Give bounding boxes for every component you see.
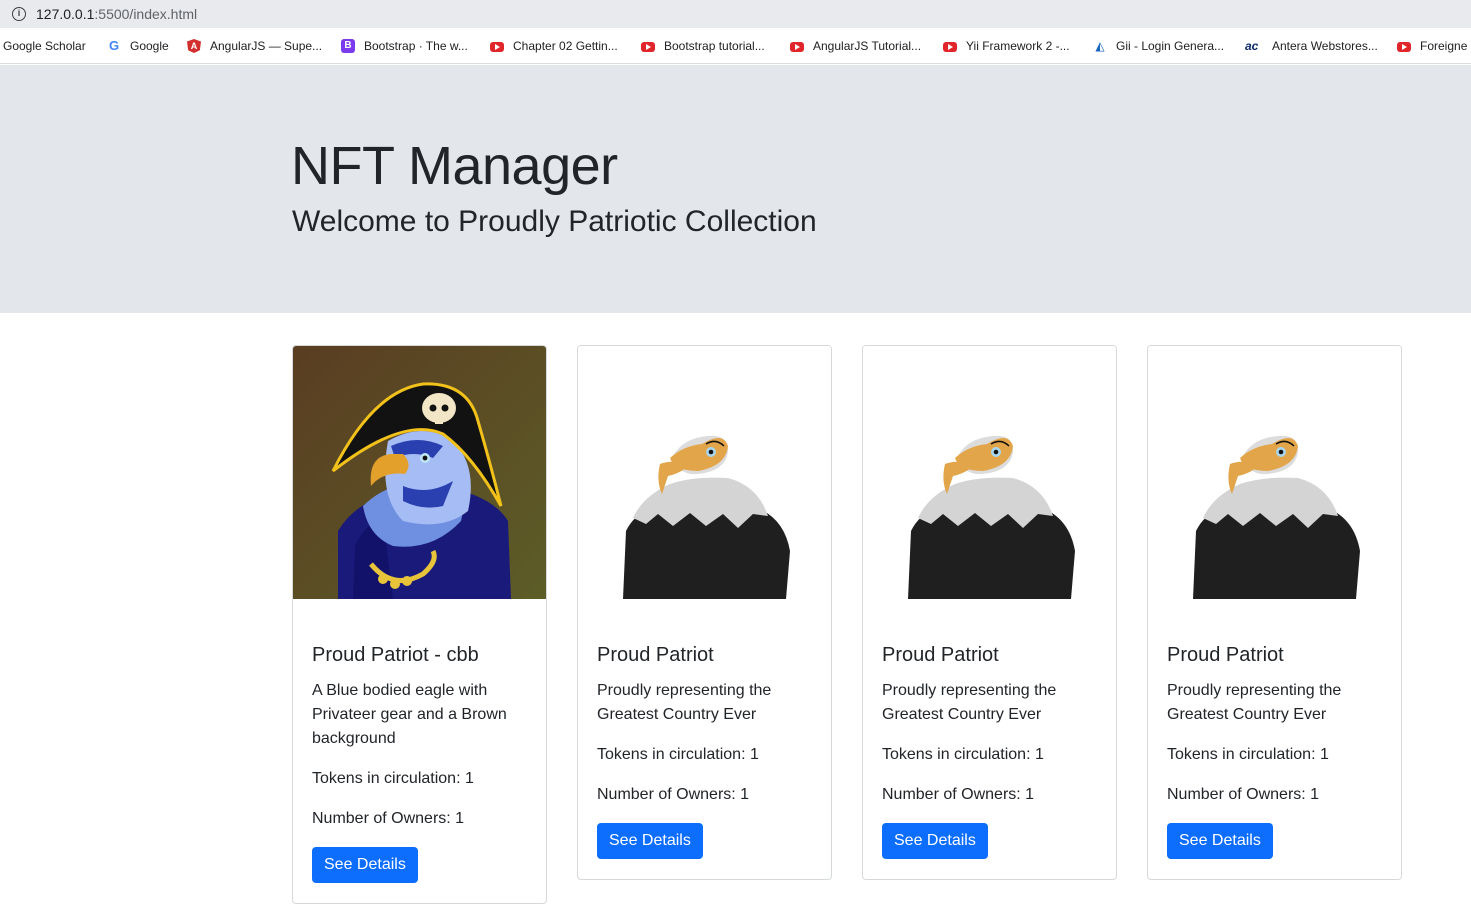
- bookmark-label: AngularJS — Supe...: [210, 39, 323, 53]
- youtube-icon: [490, 41, 504, 52]
- bookmark-bootstrap-tutorial[interactable]: Bootstrap tutorial...: [641, 38, 765, 54]
- card-body: Proud Patriot Proudly representing the G…: [1148, 599, 1401, 879]
- tokens-in-circulation: Tokens in circulation: 1: [312, 770, 474, 787]
- bookmark-angularjs-tutorial[interactable]: AngularJS Tutorial...: [790, 38, 921, 54]
- bookmark-label: Antera Webstores...: [1272, 39, 1378, 53]
- card-title: Proud Patriot - cbb: [312, 644, 479, 666]
- bookmark-foreigne[interactable]: Foreigne: [1397, 38, 1467, 54]
- bookmark-angularjs-super[interactable]: A AngularJS — Supe...: [187, 38, 322, 54]
- see-details-button[interactable]: See Details: [882, 823, 988, 859]
- bookmark-chapter-02[interactable]: Chapter 02 Gettin...: [490, 38, 618, 54]
- card-title: Proud Patriot: [597, 644, 714, 666]
- number-of-owners: Number of Owners: 1: [312, 810, 465, 827]
- number-of-owners: Number of Owners: 1: [882, 786, 1035, 803]
- nft-card: Proud Patriot Proudly representing the G…: [577, 345, 832, 880]
- bookmark-label: AngularJS Tutorial...: [813, 39, 922, 53]
- card-body: Proud Patriot Proudly representing the G…: [863, 599, 1116, 879]
- card-title: Proud Patriot: [1167, 644, 1284, 666]
- bookmark-label: Chapter 02 Gettin...: [513, 39, 618, 53]
- bookmark-label: Google: [130, 39, 169, 53]
- bookmark-gii-login[interactable]: ◭ Gii - Login Genera...: [1093, 38, 1224, 54]
- bookmark-label: Yii Framework 2 -...: [966, 39, 1070, 53]
- tokens-in-circulation: Tokens in circulation: 1: [597, 746, 759, 763]
- eagle-image: [1148, 346, 1401, 599]
- url-host: 127.0.0.1: [36, 6, 95, 22]
- bookmarks-bar: Google Scholar G Google A AngularJS — Su…: [0, 28, 1471, 64]
- bookmark-google-scholar[interactable]: Google Scholar: [3, 38, 86, 54]
- bookmark-label: Foreigne: [1420, 39, 1468, 53]
- card-description: Proudly representing the Greatest Countr…: [1167, 682, 1342, 723]
- nft-card: Proud Patriot Proudly representing the G…: [1147, 345, 1402, 880]
- nft-card: Proud Patriot - cbb A Blue bodied eagle …: [292, 345, 547, 904]
- bookmark-label: Bootstrap · The w...: [364, 39, 468, 53]
- see-details-button[interactable]: See Details: [1167, 823, 1273, 859]
- info-icon[interactable]: i: [12, 7, 26, 21]
- eagle-image: [863, 346, 1116, 599]
- youtube-icon: [943, 41, 957, 52]
- youtube-icon: [1397, 41, 1411, 52]
- card-title: Proud Patriot: [882, 644, 999, 666]
- bookmark-label: Bootstrap tutorial...: [664, 39, 765, 53]
- nft-card: Proud Patriot Proudly representing the G…: [862, 345, 1117, 880]
- bookmark-antera-webstores[interactable]: ac Antera Webstores...: [1245, 38, 1378, 54]
- gii-icon: ◭: [1095, 39, 1105, 53]
- card-body: Proud Patriot - cbb A Blue bodied eagle …: [293, 599, 546, 903]
- url-text[interactable]: 127.0.0.1:5500/index.html: [36, 6, 197, 22]
- eagle-image: [578, 346, 831, 599]
- youtube-icon: [641, 41, 655, 52]
- bookmark-label: Gii - Login Genera...: [1116, 39, 1225, 53]
- youtube-icon: [790, 41, 804, 52]
- card-description: A Blue bodied eagle with Privateer gear …: [312, 682, 507, 747]
- antera-icon: ac: [1245, 39, 1259, 53]
- see-details-button[interactable]: See Details: [597, 823, 703, 859]
- page-title: NFT Manager: [291, 136, 618, 196]
- bookmark-label: Google Scholar: [3, 39, 86, 53]
- angular-icon: A: [187, 39, 201, 53]
- card-description: Proudly representing the Greatest Countr…: [597, 682, 772, 723]
- see-details-button[interactable]: See Details: [312, 847, 418, 883]
- url-path: :5500/index.html: [94, 6, 198, 22]
- pirate-eagle-image: [293, 346, 546, 599]
- card-description: Proudly representing the Greatest Countr…: [882, 682, 1057, 723]
- number-of-owners: Number of Owners: 1: [1167, 786, 1320, 803]
- bookmark-yii-framework[interactable]: Yii Framework 2 -...: [943, 38, 1070, 54]
- bootstrap-icon: B: [341, 39, 355, 53]
- google-icon: G: [108, 38, 120, 53]
- number-of-owners: Number of Owners: 1: [597, 786, 750, 803]
- bookmark-bootstrap[interactable]: B Bootstrap · The w...: [341, 38, 468, 54]
- tokens-in-circulation: Tokens in circulation: 1: [1167, 746, 1329, 763]
- browser-address-bar[interactable]: i 127.0.0.1:5500/index.html: [0, 0, 1471, 28]
- jumbotron-header: NFT Manager Welcome to Proudly Patriotic…: [0, 65, 1471, 313]
- tokens-in-circulation: Tokens in circulation: 1: [882, 746, 1044, 763]
- card-body: Proud Patriot Proudly representing the G…: [578, 599, 831, 879]
- bookmark-google[interactable]: G Google: [107, 38, 169, 54]
- page-subtitle: Welcome to Proudly Patriotic Collection: [292, 205, 817, 238]
